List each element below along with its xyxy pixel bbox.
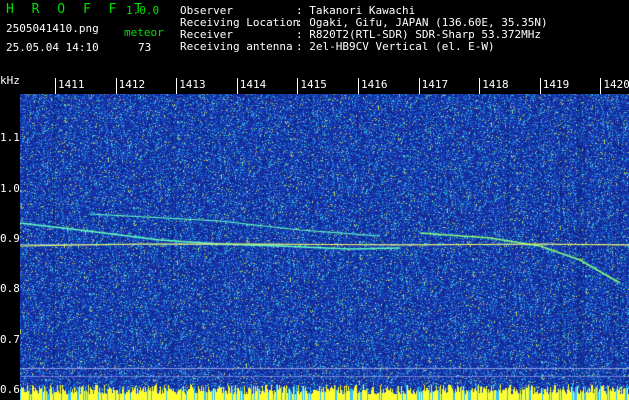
antenna-value: : 2el-HB9CV Vertical (el. E-W) [296,40,495,53]
x-tick-mark [418,78,420,94]
x-tick-label: 1411 [58,78,85,91]
y-tick-label: 0.9 [0,232,20,245]
x-tick-mark [236,78,238,94]
meteor-count: 73 [138,41,152,54]
x-tick-label: 1416 [361,78,388,91]
x-tick-label: 1412 [118,78,146,91]
antenna-label: Receiving antenna [180,40,293,53]
hrofft-window: H R O F F T 1.0.0 2505041410.png meteor … [0,0,629,400]
capture-datetime: 25.05.04 14:10 [6,41,99,54]
meteor-label: meteor [124,26,164,39]
y-axis-unit: kHz [0,74,20,87]
x-tick-label: 1417 [421,78,449,91]
x-tick-label: 1414 [239,78,267,91]
x-tick-mark [55,78,56,94]
file-name: 2505041410.png [6,22,99,35]
x-tick-label: 1418 [482,78,509,91]
y-tick-label: 0.7 [0,332,20,346]
x-tick-mark [539,78,541,94]
y-tick-label: 0.6 [0,382,20,396]
x-tick-mark [600,78,602,94]
y-tick-label: 1.0 [0,181,20,195]
x-tick-label: 1419 [542,78,570,91]
spectrogram-canvas [20,78,629,400]
x-tick-mark [176,78,178,94]
y-tick-label: 0.8 [0,282,20,296]
y-tick-label: 1.1 [0,131,20,145]
x-tick-mark [358,78,359,94]
x-tick-mark [297,78,299,94]
app-version: 1.0.0 [126,4,160,17]
x-tick-label: 1413 [179,78,206,91]
x-tick-mark [479,78,481,94]
x-tick-label: 1415 [300,78,327,91]
x-tick-label: 1420 [603,78,629,91]
x-tick-mark [115,78,117,94]
